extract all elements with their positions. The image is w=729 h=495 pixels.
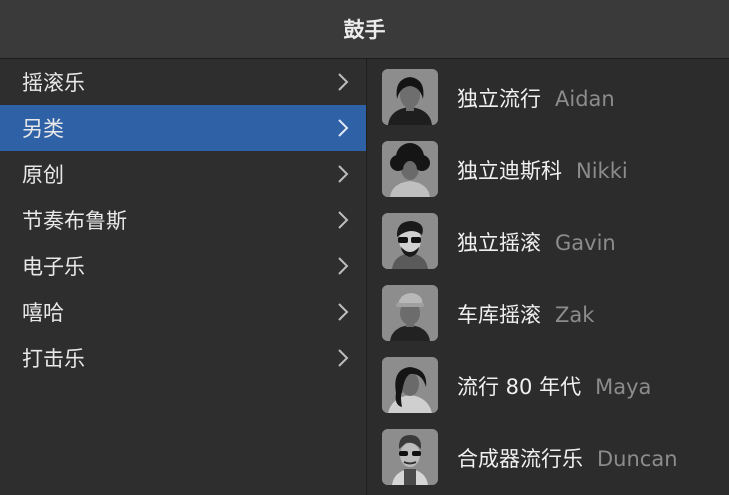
drummer-style: 独立迪斯科 — [457, 159, 562, 183]
chevron-right-icon — [338, 211, 349, 229]
drummer-avatar-icon — [382, 213, 438, 269]
drummer-style: 独立摇滚 — [457, 231, 541, 255]
category-label: 摇滚乐 — [22, 71, 85, 95]
category-item-hiphop[interactable]: 嘻哈 — [0, 289, 366, 335]
drummer-item-nikki[interactable]: 独立迪斯科 Nikki — [367, 133, 729, 205]
chevron-right-icon — [338, 165, 349, 183]
drummer-person: Zak — [555, 303, 595, 327]
category-label: 另类 — [22, 117, 64, 141]
drummer-avatar-icon — [382, 141, 438, 197]
drummer-browser-window: 鼓手 摇滚乐 另类 原创 节奏布鲁斯 电子乐 嘻哈 打击乐 独立流行 Aidan… — [0, 0, 729, 495]
category-item-electronic[interactable]: 电子乐 — [0, 243, 366, 289]
header-title: 鼓手 — [343, 18, 386, 42]
drummer-person: Duncan — [597, 447, 678, 471]
drummer-person: Gavin — [555, 231, 616, 255]
drummer-avatar-icon — [382, 357, 438, 413]
drummer-avatar-icon — [382, 429, 438, 485]
drummer-item-duncan[interactable]: 合成器流行乐 Duncan — [367, 421, 729, 493]
category-label: 嘻哈 — [22, 301, 64, 325]
category-item-percussion[interactable]: 打击乐 — [0, 335, 366, 381]
drummer-item-maya[interactable]: 流行 80 年代 Maya — [367, 349, 729, 421]
chevron-right-icon — [338, 257, 349, 275]
drummer-item-zak[interactable]: 车库摇滚 Zak — [367, 277, 729, 349]
drummer-name: 独立流行 Aidan — [457, 83, 615, 113]
category-item-rock[interactable]: 摇滚乐 — [0, 59, 366, 105]
drummer-name: 车库摇滚 Zak — [457, 299, 594, 329]
category-label: 原创 — [22, 163, 64, 187]
drummer-avatar-icon — [382, 69, 438, 125]
category-list: 摇滚乐 另类 原创 节奏布鲁斯 电子乐 嘻哈 打击乐 — [0, 59, 366, 495]
drummer-style: 合成器流行乐 — [457, 447, 583, 471]
category-item-original[interactable]: 原创 — [0, 151, 366, 197]
drummer-style: 独立流行 — [457, 87, 541, 111]
header-bar: 鼓手 — [0, 0, 729, 59]
drummer-style: 流行 80 年代 — [457, 375, 582, 399]
drummer-item-gavin[interactable]: 独立摇滚 Gavin — [367, 205, 729, 277]
category-item-rnb[interactable]: 节奏布鲁斯 — [0, 197, 366, 243]
category-label: 打击乐 — [22, 347, 85, 371]
drummer-name: 独立摇滚 Gavin — [457, 227, 616, 257]
drummer-person: Nikki — [576, 159, 628, 183]
category-label: 电子乐 — [22, 255, 85, 279]
drummer-avatar-icon — [382, 285, 438, 341]
category-item-alternative[interactable]: 另类 — [0, 105, 366, 151]
drummer-list: 独立流行 Aidan 独立迪斯科 Nikki 独立摇滚 Gavin 车库摇滚 Z… — [367, 59, 729, 495]
chevron-right-icon — [338, 303, 349, 321]
drummer-name: 流行 80 年代 Maya — [457, 371, 651, 401]
drummer-item-aidan[interactable]: 独立流行 Aidan — [367, 61, 729, 133]
drummer-style: 车库摇滚 — [457, 303, 541, 327]
drummer-person: Aidan — [555, 87, 615, 111]
chevron-right-icon — [338, 73, 349, 91]
chevron-right-icon — [338, 119, 349, 137]
chevron-right-icon — [338, 349, 349, 367]
drummer-person: Maya — [595, 375, 652, 399]
drummer-name: 合成器流行乐 Duncan — [457, 443, 678, 473]
drummer-name: 独立迪斯科 Nikki — [457, 155, 628, 185]
category-label: 节奏布鲁斯 — [22, 209, 127, 233]
